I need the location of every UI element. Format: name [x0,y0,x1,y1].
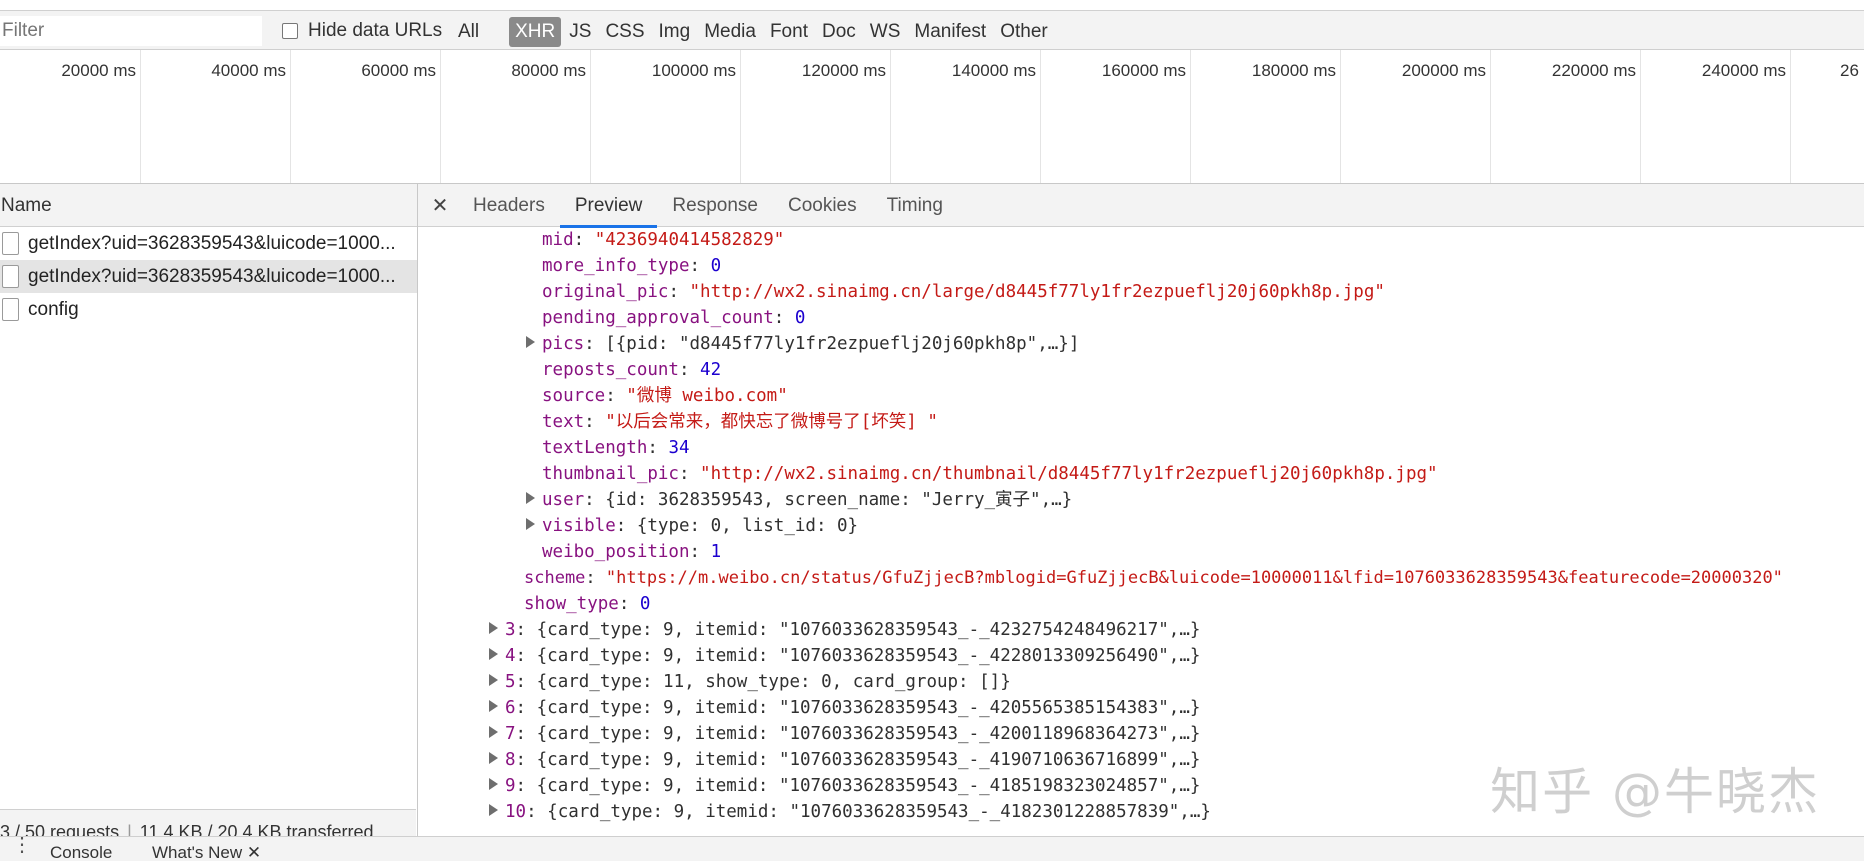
json-property[interactable]: mid: "4236940414582829" [542,227,784,253]
json-array-item[interactable]: 7: {card_type: 9, itemid: "1076033628359… [489,721,1200,747]
close-icon[interactable]: ✕ [247,843,261,862]
document-icon [2,298,19,321]
json-array-item[interactable]: 9: {card_type: 9, itemid: "1076033628359… [489,773,1200,799]
json-array-item[interactable]: 6: {card_type: 9, itemid: "1076033628359… [489,695,1200,721]
hide-data-urls-label: Hide data URLs [308,20,443,41]
type-filter-font[interactable]: Font [764,17,814,47]
type-filter-css[interactable]: CSS [599,17,650,47]
filter-input[interactable] [0,16,262,46]
expand-triangle-icon[interactable] [489,726,498,738]
json-property[interactable]: weibo_position: 1 [542,539,721,565]
request-row[interactable]: config [0,293,417,326]
timeline-tick-label: 160000 ms [1101,61,1186,80]
expand-triangle-icon[interactable] [489,622,498,634]
request-row-selected[interactable]: getIndex?uid=3628359543&luicode=1000... [0,260,417,293]
detail-tabs: ✕ Headers Preview Response Cookies Timin… [418,184,1864,228]
expand-triangle-icon[interactable] [489,804,498,816]
hide-data-urls-checkbox[interactable] [282,23,298,39]
timeline-overview[interactable]: 20000 ms 40000 ms 60000 ms 80000 ms 1000… [0,50,1864,184]
drawer-tab-bar: ⋮ Console What's New ✕ [0,835,1864,863]
type-filter-all[interactable]: All [452,17,485,47]
json-property[interactable]: reposts_count: 42 [542,357,721,383]
tab-timing[interactable]: Timing [872,184,958,227]
json-property-collapsed[interactable]: user: {id: 3628359543, screen_name: "Jer… [526,487,1072,513]
type-filter-js[interactable]: JS [563,17,597,47]
json-property[interactable]: textLength: 34 [542,435,690,461]
drawer-tab-whats-new[interactable]: What's New ✕ [152,843,261,863]
type-filter-doc[interactable]: Doc [816,17,862,47]
network-filter-bar: Hide data URLs All XHR JS CSS Img Media … [0,10,1864,50]
close-icon[interactable]: ✕ [422,193,458,217]
type-filter-other[interactable]: Other [994,17,1054,47]
json-property[interactable]: text: "以后会常来，都快忘了微博号了[坏笑] " [542,409,938,435]
request-name: config [28,298,79,320]
expand-triangle-icon[interactable] [489,700,498,712]
json-array-item[interactable]: 5: {card_type: 11, show_type: 0, card_gr… [489,669,1011,695]
type-filter-ws[interactable]: WS [864,17,907,47]
tab-preview[interactable]: Preview [559,184,658,228]
json-property[interactable]: more_info_type: 0 [542,253,721,279]
timeline-tick-label: 60000 ms [361,61,436,80]
json-property[interactable]: source: "微博 weibo.com" [542,383,788,409]
more-options-icon[interactable]: ⋮ [12,835,32,855]
json-array-item[interactable]: 3: {card_type: 9, itemid: "1076033628359… [489,617,1200,643]
json-array-item[interactable]: 8: {card_type: 9, itemid: "1076033628359… [489,747,1200,773]
timeline-tick-label: 220000 ms [1551,61,1636,80]
expand-triangle-icon[interactable] [489,778,498,790]
drawer-tab-console[interactable]: Console [50,843,112,863]
type-filter-img[interactable]: Img [653,17,697,47]
timeline-tick-label: 140000 ms [951,61,1036,80]
json-property[interactable]: pending_approval_count: 0 [542,305,805,331]
json-property[interactable]: original_pic: "http://wx2.sinaimg.cn/lar… [542,279,1385,305]
timeline-tick-label: 80000 ms [511,61,586,80]
json-property-collapsed[interactable]: visible: {type: 0, list_id: 0} [526,513,858,539]
hide-data-urls-toggle[interactable]: Hide data URLs [282,17,442,45]
timeline-tick-label: 120000 ms [801,61,886,80]
timeline-tick-label: 200000 ms [1401,61,1486,80]
expand-triangle-icon[interactable] [526,336,535,348]
watermark: 知乎 @牛晓杰 [1490,763,1820,821]
type-filter-xhr[interactable]: XHR [509,17,562,47]
json-property[interactable]: show_type: 0 [524,591,650,617]
timeline-tick-label: 100000 ms [651,61,736,80]
resource-type-filters: All XHR JS CSS Img Media Font Doc WS Man… [452,17,1056,47]
expand-triangle-icon[interactable] [489,752,498,764]
expand-triangle-icon[interactable] [526,518,535,530]
expand-triangle-icon[interactable] [489,648,498,660]
tab-headers[interactable]: Headers [458,184,560,227]
tab-cookies[interactable]: Cookies [773,184,872,227]
drawer-tab-label: What's New [152,843,243,862]
expand-triangle-icon[interactable] [489,674,498,686]
json-array-item[interactable]: 10: {card_type: 9, itemid: "107603362835… [489,799,1211,825]
json-property[interactable]: thumbnail_pic: "http://wx2.sinaimg.cn/th… [542,461,1438,487]
json-array-item[interactable]: 4: {card_type: 9, itemid: "1076033628359… [489,643,1200,669]
timeline-tick-label: 20000 ms [61,61,136,80]
expand-triangle-icon[interactable] [526,492,535,504]
request-name: getIndex?uid=3628359543&luicode=1000... [28,232,396,254]
tab-response[interactable]: Response [657,184,773,227]
request-row[interactable]: getIndex?uid=3628359543&luicode=1000... [0,227,417,260]
document-icon [2,232,19,255]
name-column-header[interactable]: Name [0,184,417,227]
json-property-collapsed[interactable]: pics: [{pid: "d8445f77ly1fr2ezpueflj20j6… [526,331,1079,357]
request-list-pane: Name getIndex?uid=3628359543&luicode=100… [0,184,418,860]
request-name: getIndex?uid=3628359543&luicode=1000... [28,265,396,287]
type-filter-media[interactable]: Media [698,17,762,47]
timeline-tick-label: 180000 ms [1251,61,1336,80]
timeline-tick-label: 240000 ms [1701,61,1786,80]
timeline-tick-label: 26 [1840,61,1859,80]
timeline-tick-label: 40000 ms [211,61,286,80]
type-filter-manifest[interactable]: Manifest [908,17,992,47]
json-property[interactable]: scheme: "https://m.weibo.cn/status/GfuZj… [524,565,1783,591]
document-icon [2,265,19,288]
